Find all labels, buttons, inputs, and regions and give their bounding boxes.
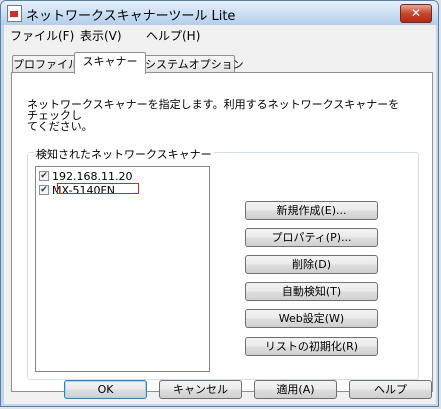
close-button[interactable]: ✕ [400,4,432,23]
window-title: ネットワークスキャナーツール Lite [26,9,236,24]
delete-button[interactable]: 削除(D) [245,255,378,274]
menu-view[interactable]: 表示(V) [80,27,122,44]
help-button[interactable]: ヘルプ [349,380,432,399]
description-line-1: ネットワークスキャナーを指定します。利用するネットワークスキャナーをチェックし [27,98,400,122]
group-label: 検知されたネットワークスキャナー [34,146,214,162]
auto-detect-button[interactable]: 自動検知(T) [245,282,378,301]
app-icon [7,5,22,22]
checkbox-checked-icon[interactable]: ✔ [39,185,49,195]
ok-button[interactable]: OK [64,380,147,399]
description-line-2: てください。 [27,120,93,133]
highlight-annotation [57,183,139,194]
tab-system-options[interactable]: システムオプション [144,55,244,73]
title-bar[interactable]: ネットワークスキャナーツール Lite ✕ [1,1,438,25]
scanner-label: 192.168.11.20 [52,170,133,183]
checkbox-checked-icon[interactable]: ✔ [39,171,49,181]
dialog-client: プロファイル スキャナー システムオプション ネットワークスキャナーを指定します… [4,45,436,404]
scanner-list[interactable]: ✔ 192.168.11.20 ✔ MX-5140FN [35,166,210,372]
menu-help[interactable]: ヘルプ(H) [146,27,200,44]
new-button[interactable]: 新規作成(E)... [245,201,378,220]
menu-bar: ファイル(F) 表示(V) ヘルプ(H) [4,25,436,46]
menu-file[interactable]: ファイル(F) [10,27,74,44]
web-settings-button[interactable]: Web設定(W) [245,309,378,328]
reset-list-button[interactable]: リストの初期化(R) [245,337,378,356]
properties-button[interactable]: プロパティ(P)... [245,228,378,247]
cancel-button[interactable]: キャンセル [159,380,242,399]
tab-scanner[interactable]: スキャナー [74,52,146,74]
app-window: ネットワークスキャナーツール Lite ✕ ファイル(F) 表示(V) ヘルプ(… [0,0,439,407]
tab-profile[interactable]: プロファイル [12,55,79,73]
apply-button[interactable]: 適用(A) [254,380,337,399]
scanner-tab-panel: ネットワークスキャナーを指定します。利用するネットワークスキャナーをチェックし … [11,72,433,392]
description-text: ネットワークスキャナーを指定します。利用するネットワークスキャナーをチェックし … [27,99,407,132]
